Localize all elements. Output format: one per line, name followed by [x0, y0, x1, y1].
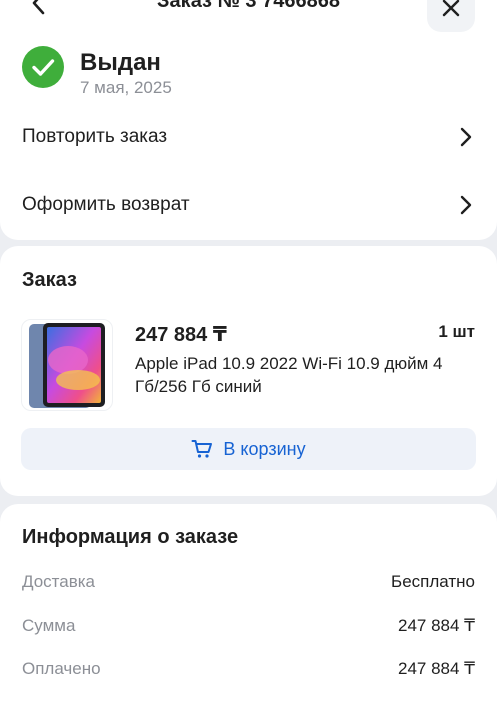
status-title: Выдан — [80, 49, 161, 76]
info-label: Оплачено — [22, 659, 101, 678]
product-price: 247 884 ₸ — [135, 324, 227, 346]
chevron-right-icon — [460, 195, 472, 215]
add-to-cart-button[interactable]: В корзину — [21, 428, 476, 470]
info-section-title: Информация о заказе — [22, 526, 239, 548]
tablet-image — [29, 323, 105, 408]
product-image[interactable] — [21, 319, 113, 411]
info-row-paid: Оплачено 247 884 ₸ — [22, 659, 475, 683]
page-title: Заказ № 3 7466868 — [157, 0, 340, 12]
return-order-label: Оформить возврат — [22, 194, 190, 215]
order-status-card: Заказ № 3 7466868 Выдан 7 мая, 2025 Повт… — [0, 0, 497, 240]
info-value: Бесплатно — [391, 572, 475, 591]
info-label: Доставка — [22, 572, 96, 591]
order-status: Выдан 7 мая, 2025 — [22, 46, 462, 98]
return-order-button[interactable]: Оформить возврат — [0, 184, 497, 228]
close-button[interactable] — [427, 0, 475, 32]
status-date: 7 мая, 2025 — [80, 78, 172, 97]
order-info-card: Информация о заказе Доставка Бесплатно С… — [0, 504, 497, 724]
add-to-cart-content: В корзину — [21, 428, 476, 470]
info-row-delivery: Доставка Бесплатно — [22, 572, 475, 596]
cart-icon — [191, 440, 213, 458]
order-items-card: Заказ 247 884 ₸ 1 шт Apple iPad 10.9 202… — [0, 246, 497, 496]
top-bar: Заказ № 3 7466868 — [0, 0, 497, 32]
close-icon — [442, 0, 460, 17]
info-value: 247 884 ₸ — [398, 616, 475, 635]
order-section-title: Заказ — [22, 269, 77, 291]
info-row-sum: Сумма 247 884 ₸ — [22, 616, 475, 640]
product-quantity: 1 шт — [438, 322, 475, 341]
check-circle-icon — [22, 46, 64, 88]
add-to-cart-label: В корзину — [223, 438, 306, 459]
product-name[interactable]: Apple iPad 10.9 2022 Wi-Fi 10.9 дюйм 4 Г… — [135, 352, 475, 398]
info-label: Сумма — [22, 616, 76, 635]
repeat-order-button[interactable]: Повторить заказ — [0, 116, 497, 160]
repeat-order-label: Повторить заказ — [22, 126, 168, 147]
chevron-right-icon — [460, 127, 472, 147]
info-value: 247 884 ₸ — [398, 659, 475, 678]
